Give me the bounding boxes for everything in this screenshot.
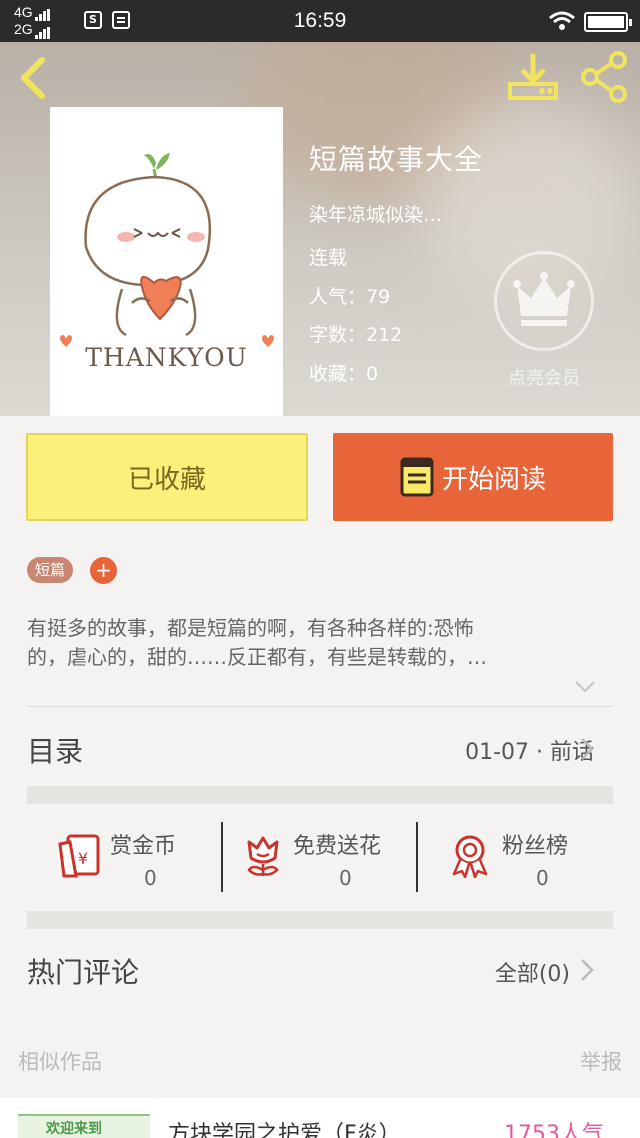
battery-icon bbox=[584, 12, 632, 32]
collected-button[interactable]: 已收藏 bbox=[26, 433, 308, 521]
share-button[interactable] bbox=[578, 50, 632, 104]
medal-icon bbox=[450, 834, 490, 882]
clock: 16:59 bbox=[293, 9, 347, 32]
stat-label: 粉丝榜 bbox=[502, 834, 569, 859]
book-title: 短篇故事大全 bbox=[309, 143, 484, 176]
flower-icon bbox=[243, 834, 283, 882]
start-reading-button[interactable]: 开始阅读 bbox=[333, 433, 613, 521]
svg-text:¥: ¥ bbox=[78, 849, 88, 868]
catalog-row[interactable]: 目录 01-07 · 前话 bbox=[0, 707, 640, 785]
similar-work-title: 方块学园之护爱（F炎） bbox=[168, 1122, 401, 1138]
tag-short-story[interactable]: 短篇 bbox=[27, 557, 74, 583]
description-line: 有挺多的故事，都是短篇的啊，有各种各样的:恐怖 bbox=[27, 616, 474, 640]
stat-label: 免费送花 bbox=[293, 834, 382, 859]
all-comments-link: 全部(0) bbox=[494, 962, 570, 987]
book-description[interactable]: 有挺多的故事，都是短篇的啊，有各种各样的:恐怖 的，虐心的，甜的……反正都有，有… bbox=[27, 614, 613, 672]
book-word-count: 字数：212 bbox=[309, 324, 403, 346]
expand-description-button[interactable] bbox=[574, 679, 596, 698]
chevron-right-icon bbox=[581, 738, 594, 760]
add-tag-button[interactable]: + bbox=[90, 557, 117, 584]
stat-value: 0 bbox=[339, 866, 352, 890]
catalog-label: 目录 bbox=[27, 735, 84, 768]
coin-envelope-icon: ¥ bbox=[56, 834, 102, 882]
description-line: 的，虐心的，甜的……反正都有，有些是转载的，… bbox=[27, 645, 487, 669]
similar-work-popularity: 1753人气 bbox=[504, 1122, 604, 1138]
book-header: THANKYOU 短篇故事大全 染年凉城似染… 连载 人气：79 字数：212 … bbox=[0, 42, 640, 416]
thumbnail-text: 欢迎来到 bbox=[46, 1121, 102, 1137]
stat-separator bbox=[416, 822, 418, 892]
stat-separator bbox=[221, 822, 223, 892]
collected-label: 已收藏 bbox=[127, 464, 206, 495]
crown-icon bbox=[513, 272, 575, 326]
book-popularity: 人气：79 bbox=[309, 286, 391, 308]
book-icon bbox=[400, 457, 434, 497]
start-reading-label: 开始阅读 bbox=[441, 464, 546, 495]
book-favorites: 收藏：0 bbox=[309, 363, 379, 385]
stat-label: 赏金币 bbox=[110, 834, 177, 859]
hot-comments-row[interactable]: 热门评论 全部(0) bbox=[0, 930, 640, 1010]
back-button[interactable] bbox=[12, 54, 56, 102]
latest-chapter: 01-07 · 前话 bbox=[465, 740, 594, 765]
send-flower-stat[interactable]: 免费送花 0 bbox=[243, 826, 413, 892]
hot-comments-label: 热门评论 bbox=[27, 956, 140, 989]
chevron-down-icon bbox=[575, 681, 595, 693]
report-link[interactable]: 举报 bbox=[580, 1046, 622, 1076]
wifi-icon bbox=[548, 10, 576, 36]
download-icon bbox=[508, 54, 558, 100]
similar-works-label: 相似作品 bbox=[18, 1050, 102, 1074]
section-divider bbox=[27, 786, 613, 804]
stat-value: 0 bbox=[536, 866, 549, 890]
member-label: 点亮会员 bbox=[508, 368, 580, 389]
similar-work-item[interactable]: 欢迎来到 方块学园之护爱（F炎） 1753人气 bbox=[0, 1098, 640, 1138]
book-author[interactable]: 染年凉城似染… bbox=[309, 200, 442, 227]
chevron-right-icon bbox=[581, 959, 594, 981]
similar-work-thumbnail: 欢迎来到 bbox=[18, 1114, 150, 1138]
back-arrow-icon bbox=[21, 57, 45, 99]
fan-ranking-stat[interactable]: 粉丝榜 0 bbox=[450, 826, 600, 892]
download-button[interactable] bbox=[506, 50, 560, 104]
reward-coins-stat[interactable]: ¥ 赏金币 0 bbox=[56, 826, 216, 892]
share-icon bbox=[581, 51, 627, 103]
book-cover[interactable]: THANKYOU bbox=[50, 107, 283, 416]
cover-illustration bbox=[60, 153, 274, 347]
cover-text: THANKYOU bbox=[85, 343, 248, 372]
member-badge[interactable] bbox=[494, 251, 594, 351]
status-bar: 4G 2G S 16:59 bbox=[0, 0, 640, 42]
section-divider bbox=[27, 911, 613, 929]
stat-value: 0 bbox=[144, 866, 157, 890]
book-status: 连载 bbox=[309, 247, 348, 269]
